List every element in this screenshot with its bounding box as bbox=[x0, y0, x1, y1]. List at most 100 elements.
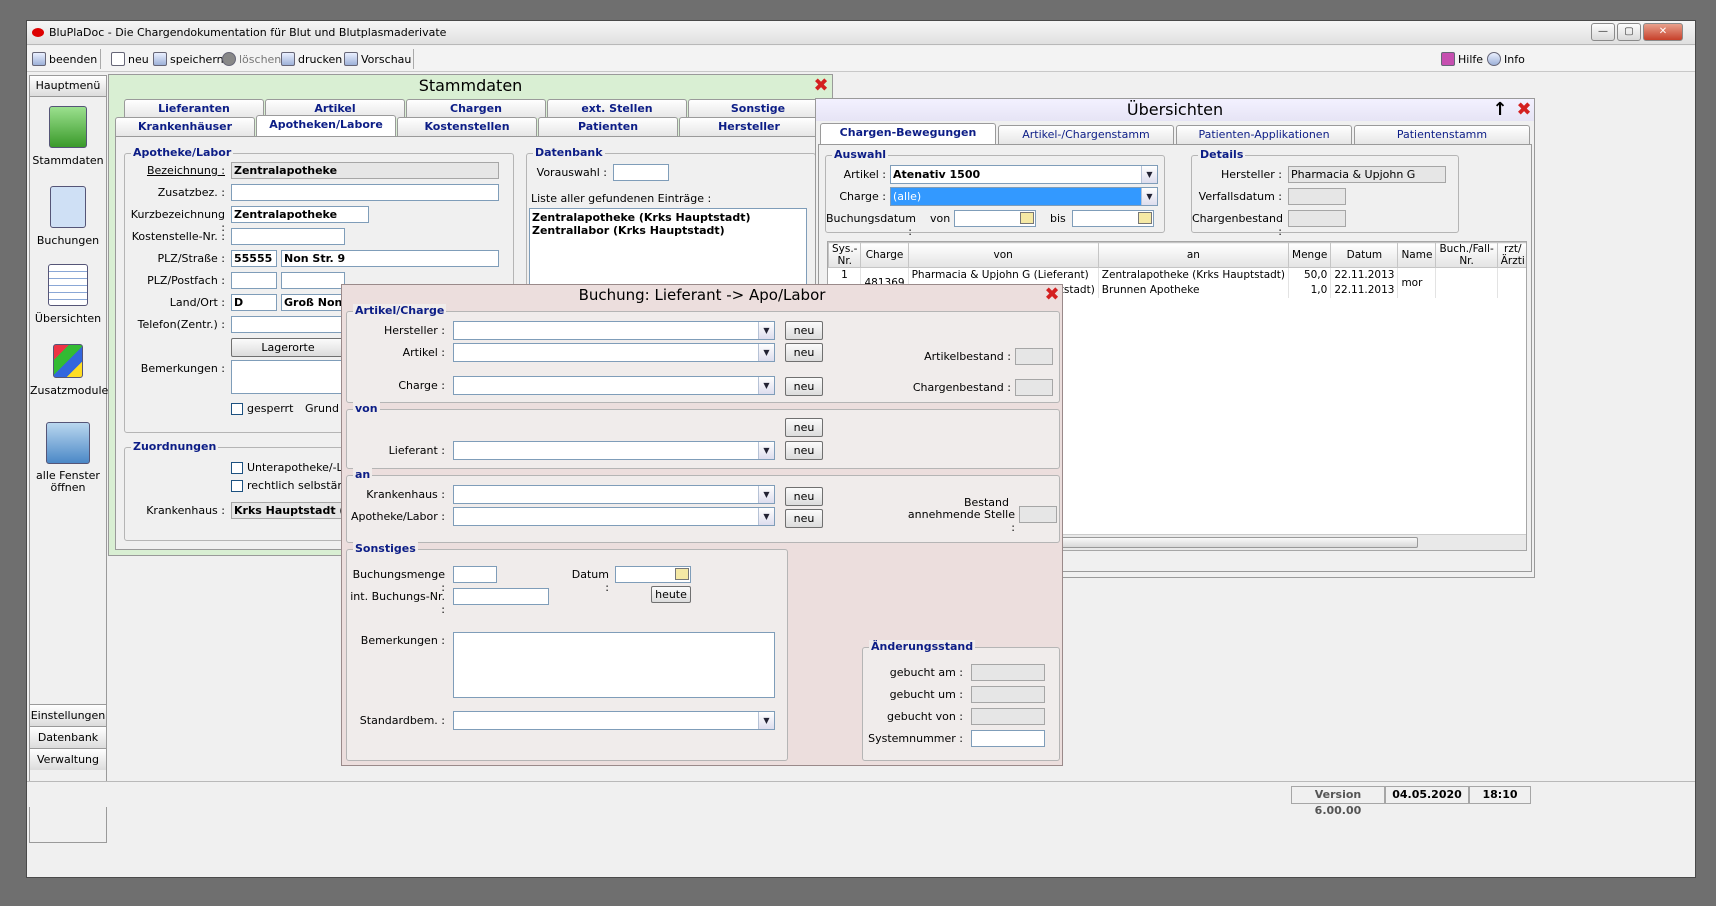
lieferant-neu-button[interactable]: neu bbox=[785, 441, 823, 460]
artikel-select[interactable]: Atenativ 1500 ▼ bbox=[890, 165, 1158, 184]
drucken-button[interactable]: drucken bbox=[281, 50, 342, 68]
tab-chargen[interactable]: Chargen bbox=[406, 99, 546, 118]
chevron-down-icon[interactable]: ▼ bbox=[758, 712, 774, 729]
kostenstelle-field[interactable] bbox=[231, 228, 345, 245]
hersteller-neu-button[interactable]: neu bbox=[785, 321, 823, 340]
sidebar-header[interactable]: Hauptmenü bbox=[30, 76, 106, 97]
stammdaten-close-icon[interactable]: ✖ bbox=[813, 77, 829, 95]
bemerkungen-field[interactable] bbox=[453, 632, 775, 698]
column-header[interactable]: von bbox=[907, 242, 1099, 268]
sidebar-item-alle-fenster[interactable]: alle Fenster öffnen bbox=[30, 422, 106, 494]
chevron-down-icon[interactable]: ▼ bbox=[758, 486, 774, 503]
gebucht-am-label: gebucht am : bbox=[889, 666, 963, 679]
list-item[interactable]: Zentralapotheke (Krks Hauptstadt) bbox=[532, 211, 804, 224]
column-header[interactable]: rzt/Ärzti bbox=[1496, 242, 1526, 268]
tab-patientenstamm[interactable]: Patientenstamm bbox=[1354, 125, 1530, 144]
tab-patienten-applikationen[interactable]: Patienten-Applikationen bbox=[1176, 125, 1352, 144]
standardbem-select[interactable]: ▼ bbox=[453, 711, 775, 730]
sidebar-item-zusatzmodule[interactable]: Zusatzmodule bbox=[30, 344, 108, 397]
tab-apotheken-labore[interactable]: Apotheken/Labore bbox=[256, 115, 396, 137]
calendar-icon[interactable] bbox=[1020, 212, 1034, 224]
calendar-icon[interactable] bbox=[675, 568, 689, 580]
pin-icon[interactable]: ↑ bbox=[1492, 101, 1508, 119]
hersteller-select[interactable]: ▼ bbox=[453, 321, 775, 340]
plz-field[interactable]: 55555 bbox=[231, 250, 277, 267]
loeschen-button[interactable]: löschen bbox=[222, 50, 281, 68]
apotheke-neu-button[interactable]: neu bbox=[785, 509, 823, 528]
maximize-button[interactable]: ▢ bbox=[1617, 23, 1641, 41]
details-group: Details Hersteller : Pharmacia & Upjohn … bbox=[1191, 148, 1459, 238]
sidebar-item-stammdaten[interactable]: Stammdaten bbox=[30, 106, 106, 167]
list-item[interactable]: Zentrallabor (Krks Hauptstadt) bbox=[532, 224, 804, 237]
column-header[interactable]: Charge bbox=[860, 242, 909, 268]
krankenhaus-neu-button[interactable]: neu bbox=[785, 487, 823, 506]
tab-krankenhaeuser[interactable]: Krankenhäuser bbox=[115, 117, 255, 136]
speichern-button[interactable]: speichern bbox=[153, 50, 224, 68]
sidebar-button-verwaltung[interactable]: Verwaltung bbox=[30, 748, 106, 770]
column-header[interactable]: Name bbox=[1397, 242, 1437, 268]
column-header[interactable]: Sys.-Nr. bbox=[828, 242, 862, 268]
tab-lieferanten[interactable]: Lieferanten bbox=[124, 99, 264, 118]
chevron-down-icon[interactable]: ▼ bbox=[758, 344, 774, 361]
chevron-down-icon[interactable]: ▼ bbox=[758, 508, 774, 525]
tab-chargen-bewegungen[interactable]: Chargen-Bewegungen bbox=[820, 123, 996, 145]
beenden-button[interactable]: beenden bbox=[32, 50, 97, 68]
chevron-down-icon[interactable]: ▼ bbox=[758, 322, 774, 339]
chevron-down-icon[interactable]: ▼ bbox=[1141, 188, 1157, 205]
close-window-button[interactable]: ✕ bbox=[1643, 23, 1683, 41]
von-neu-button[interactable]: neu bbox=[785, 418, 823, 437]
sidebar-button-einstellungen[interactable]: Einstellungen bbox=[30, 704, 106, 726]
info-button[interactable]: Info bbox=[1487, 50, 1525, 68]
apotheke-labor-select[interactable]: ▼ bbox=[453, 507, 775, 526]
lagerorte-button[interactable]: Lagerorte bbox=[231, 338, 345, 357]
vorauswahl-field[interactable] bbox=[613, 164, 669, 181]
gesperrt-checkbox[interactable] bbox=[231, 403, 243, 415]
plz-postfach-field[interactable] bbox=[231, 272, 277, 289]
bezeichnung-field[interactable]: Zentralapotheke bbox=[231, 162, 499, 179]
artikel-neu-button[interactable]: neu bbox=[785, 343, 823, 362]
calendar-icon[interactable] bbox=[1138, 212, 1152, 224]
tab-artikel-chargenstamm[interactable]: Artikel-/Chargenstamm bbox=[998, 125, 1174, 144]
unterapotheke-checkbox[interactable] bbox=[231, 462, 243, 474]
chevron-down-icon[interactable]: ▼ bbox=[1141, 166, 1157, 183]
vorschau-button[interactable]: Vorschau bbox=[344, 50, 411, 68]
tab-sonstige[interactable]: Sonstige bbox=[688, 99, 828, 118]
rechtlich-checkbox[interactable] bbox=[231, 480, 243, 492]
zusatzbez-field[interactable] bbox=[231, 184, 499, 201]
sidebar-item-uebersichten[interactable]: Übersichten bbox=[30, 264, 106, 325]
column-header[interactable]: an bbox=[1097, 242, 1290, 268]
chevron-down-icon[interactable]: ▼ bbox=[758, 377, 774, 394]
strasse-field[interactable]: Non Str. 9 bbox=[281, 250, 499, 267]
charge-select[interactable]: ▼ bbox=[453, 376, 775, 395]
tab-ext-stellen[interactable]: ext. Stellen bbox=[547, 99, 687, 118]
chargenbestand-label: Chargenbestand : bbox=[912, 381, 1011, 394]
heute-button[interactable]: heute bbox=[651, 586, 691, 603]
kurzbezeichnung-field[interactable]: Zentralapotheke bbox=[231, 206, 369, 223]
tab-kostenstellen[interactable]: Kostenstellen bbox=[397, 117, 537, 136]
postfach-field[interactable] bbox=[281, 272, 345, 289]
charge-neu-button[interactable]: neu bbox=[785, 377, 823, 396]
column-header[interactable]: Menge bbox=[1288, 242, 1332, 268]
minimize-button[interactable]: — bbox=[1591, 23, 1615, 41]
sidebar-item-buchungen[interactable]: Buchungen bbox=[30, 186, 106, 247]
uebersichten-close-icon[interactable]: ✖ bbox=[1516, 101, 1532, 119]
column-header[interactable]: Buch./Fall-Nr. bbox=[1435, 242, 1498, 268]
buchungsmenge-field[interactable] bbox=[453, 566, 497, 583]
tab-hersteller[interactable]: Hersteller bbox=[679, 117, 819, 136]
buchung-close-icon[interactable]: ✖ bbox=[1044, 286, 1060, 304]
land-field[interactable]: D bbox=[231, 294, 277, 311]
sidebar-label: Übersichten bbox=[34, 312, 102, 325]
krankenhaus-select[interactable]: ▼ bbox=[453, 485, 775, 504]
chevron-down-icon[interactable]: ▼ bbox=[758, 442, 774, 459]
column-header[interactable]: Datum bbox=[1330, 242, 1399, 268]
tab-patienten[interactable]: Patienten bbox=[538, 117, 678, 136]
neu-button[interactable]: neu bbox=[111, 50, 149, 68]
lieferant-select[interactable]: ▼ bbox=[453, 441, 775, 460]
grund-label: Grund : bbox=[305, 402, 347, 415]
charge-select[interactable]: (alle) ▼ bbox=[890, 187, 1158, 206]
artikel-select[interactable]: ▼ bbox=[453, 343, 775, 362]
table-row[interactable]: 1 481369 Pharmacia & Upjohn G (Lieferant… bbox=[828, 267, 1526, 298]
int-buchungs-nr-field[interactable] bbox=[453, 588, 549, 605]
sidebar-button-datenbank[interactable]: Datenbank bbox=[30, 726, 106, 748]
hilfe-button[interactable]: Hilfe bbox=[1441, 50, 1483, 68]
